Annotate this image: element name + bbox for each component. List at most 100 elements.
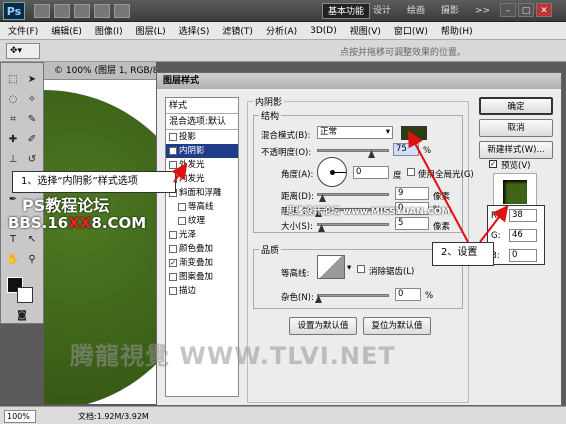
- magic-wand-icon[interactable]: ✧: [23, 91, 41, 109]
- distance-label: 距离(D):: [281, 192, 315, 202]
- opacity-label: 不透明度(O):: [261, 148, 312, 158]
- effect-checkbox[interactable]: [169, 160, 177, 169]
- maximize-icon[interactable]: □: [518, 3, 534, 17]
- effect-item[interactable]: 描边: [166, 284, 238, 298]
- noise-input[interactable]: 0: [395, 288, 421, 301]
- angle-dial[interactable]: [317, 157, 347, 187]
- blending-options[interactable]: 混合选项:默认: [166, 114, 238, 130]
- menu-image[interactable]: 图像(I): [95, 24, 123, 37]
- effect-item[interactable]: 纹理: [166, 214, 238, 228]
- distance-slider[interactable]: [317, 193, 389, 196]
- move-icon: ✥▾: [10, 46, 23, 56]
- chevron-down-icon[interactable]: ▾: [347, 263, 351, 273]
- move-tool-preset[interactable]: ✥▾: [6, 43, 40, 59]
- global-light-checkbox[interactable]: [407, 168, 415, 176]
- healing-brush-icon[interactable]: ✚: [4, 131, 22, 149]
- size-slider[interactable]: [317, 223, 389, 226]
- watermark-mid: 思缘设计论坛 www.MISSYUAN.COM: [286, 207, 451, 217]
- effect-checkbox[interactable]: ✓: [169, 146, 177, 155]
- path-select-icon[interactable]: ↖: [23, 231, 41, 249]
- menu-help[interactable]: 帮助(H): [441, 24, 473, 37]
- shadow-color-swatch[interactable]: [401, 126, 427, 140]
- effect-item[interactable]: ✓ 内阴影: [166, 144, 238, 158]
- noise-slider[interactable]: [317, 294, 389, 297]
- menu-window[interactable]: 窗口(W): [394, 24, 428, 37]
- contour-picker[interactable]: [317, 255, 345, 279]
- zoom-tool-icon[interactable]: ⚲: [23, 251, 41, 269]
- effect-item[interactable]: 等高线: [166, 200, 238, 214]
- menu-edit[interactable]: 编辑(E): [51, 24, 82, 37]
- ok-button[interactable]: 确定: [479, 97, 553, 115]
- callout-step1: 1、选择“内阴影”样式选项: [12, 171, 176, 193]
- history-brush-icon[interactable]: ↺: [23, 151, 41, 169]
- effect-checkbox[interactable]: [169, 230, 177, 239]
- workspace-essentials[interactable]: 基本功能: [322, 3, 371, 19]
- styles-header[interactable]: 样式: [166, 98, 238, 114]
- preview-checkbox[interactable]: ✓: [489, 160, 497, 168]
- effect-item[interactable]: 图案叠加: [166, 270, 238, 284]
- hand-tool-icon[interactable]: ✋: [4, 251, 22, 269]
- hand-icon[interactable]: [94, 4, 110, 18]
- contour-label: 等高线:: [281, 269, 310, 279]
- eyedropper-icon[interactable]: ✎: [23, 111, 41, 129]
- reset-default-button[interactable]: 复位为默认值: [363, 317, 431, 335]
- effect-checkbox[interactable]: ✓: [169, 258, 177, 267]
- menu-filter[interactable]: 滤镜(T): [222, 24, 253, 37]
- effect-item[interactable]: 光泽: [166, 228, 238, 242]
- distance-input[interactable]: 9: [395, 187, 429, 200]
- minimize-icon[interactable]: –: [500, 3, 516, 17]
- options-bar: ✥▾ 点按并拖移可调整效果的位置。: [0, 40, 566, 62]
- text-icon[interactable]: T: [4, 231, 22, 249]
- angle-input[interactable]: 0: [353, 166, 389, 179]
- menu-file[interactable]: 文件(F): [8, 24, 38, 37]
- noise-label: 杂色(N):: [281, 293, 314, 303]
- pen-icon[interactable]: ✒: [4, 191, 22, 209]
- zoom-field[interactable]: 100%: [4, 410, 36, 423]
- stamp-icon[interactable]: ⊥: [4, 151, 22, 169]
- zoom-level-icon[interactable]: [74, 4, 90, 18]
- workspace-painting[interactable]: 绘画: [402, 3, 430, 19]
- lasso-icon[interactable]: ◌: [4, 91, 22, 109]
- new-style-button[interactable]: 新建样式(W)...: [479, 141, 553, 159]
- effect-item[interactable]: 斜面和浮雕: [166, 186, 238, 200]
- menu-analysis[interactable]: 分析(A): [266, 24, 297, 37]
- opacity-input[interactable]: 75: [393, 143, 419, 156]
- close-icon[interactable]: ✕: [536, 3, 552, 17]
- size-input[interactable]: 5: [395, 217, 429, 230]
- effect-item[interactable]: ✓ 渐变叠加: [166, 256, 238, 270]
- effect-checkbox[interactable]: [178, 216, 186, 225]
- blend-mode-select[interactable]: 正常 ▾: [317, 126, 393, 139]
- make-default-button[interactable]: 设置为默认值: [289, 317, 357, 335]
- workspace-photography[interactable]: 摄影: [436, 3, 464, 19]
- effect-checkbox[interactable]: [169, 132, 177, 141]
- background-color[interactable]: [17, 287, 33, 303]
- effect-item[interactable]: 外发光: [166, 158, 238, 172]
- rotate-view-icon[interactable]: [114, 4, 130, 18]
- cancel-button[interactable]: 取消: [479, 119, 553, 137]
- effect-checkbox[interactable]: [178, 202, 186, 211]
- minibridge-icon[interactable]: [54, 4, 70, 18]
- menu-3d[interactable]: 3D(D): [310, 26, 337, 36]
- effect-item[interactable]: 内发光: [166, 172, 238, 186]
- effect-item[interactable]: 投影: [166, 130, 238, 144]
- marquee-icon[interactable]: ⬚: [4, 71, 22, 89]
- effect-label: 渐变叠加: [179, 258, 214, 268]
- effect-item[interactable]: 颜色叠加: [166, 242, 238, 256]
- effect-checkbox[interactable]: [169, 272, 177, 281]
- menu-view[interactable]: 视图(V): [350, 24, 381, 37]
- effect-label: 光泽: [179, 230, 197, 240]
- opacity-slider[interactable]: [317, 149, 389, 152]
- move-icon[interactable]: ➤: [23, 71, 41, 89]
- workspace-design[interactable]: 设计: [368, 3, 396, 19]
- workspace-more[interactable]: >>: [470, 3, 495, 19]
- effect-checkbox[interactable]: [169, 244, 177, 253]
- crop-icon[interactable]: ⌗: [4, 111, 22, 129]
- menu-layer[interactable]: 图层(L): [136, 24, 166, 37]
- menu-select[interactable]: 选择(S): [179, 24, 210, 37]
- document-tab[interactable]: © 100% (图层 1, RGB/8): [44, 62, 156, 80]
- quick-mask-icon[interactable]: ◙: [13, 307, 31, 325]
- anti-alias-checkbox[interactable]: [357, 265, 365, 273]
- bridge-icon[interactable]: [34, 4, 50, 18]
- brush-icon[interactable]: ✐: [23, 131, 41, 149]
- effect-checkbox[interactable]: [169, 286, 177, 295]
